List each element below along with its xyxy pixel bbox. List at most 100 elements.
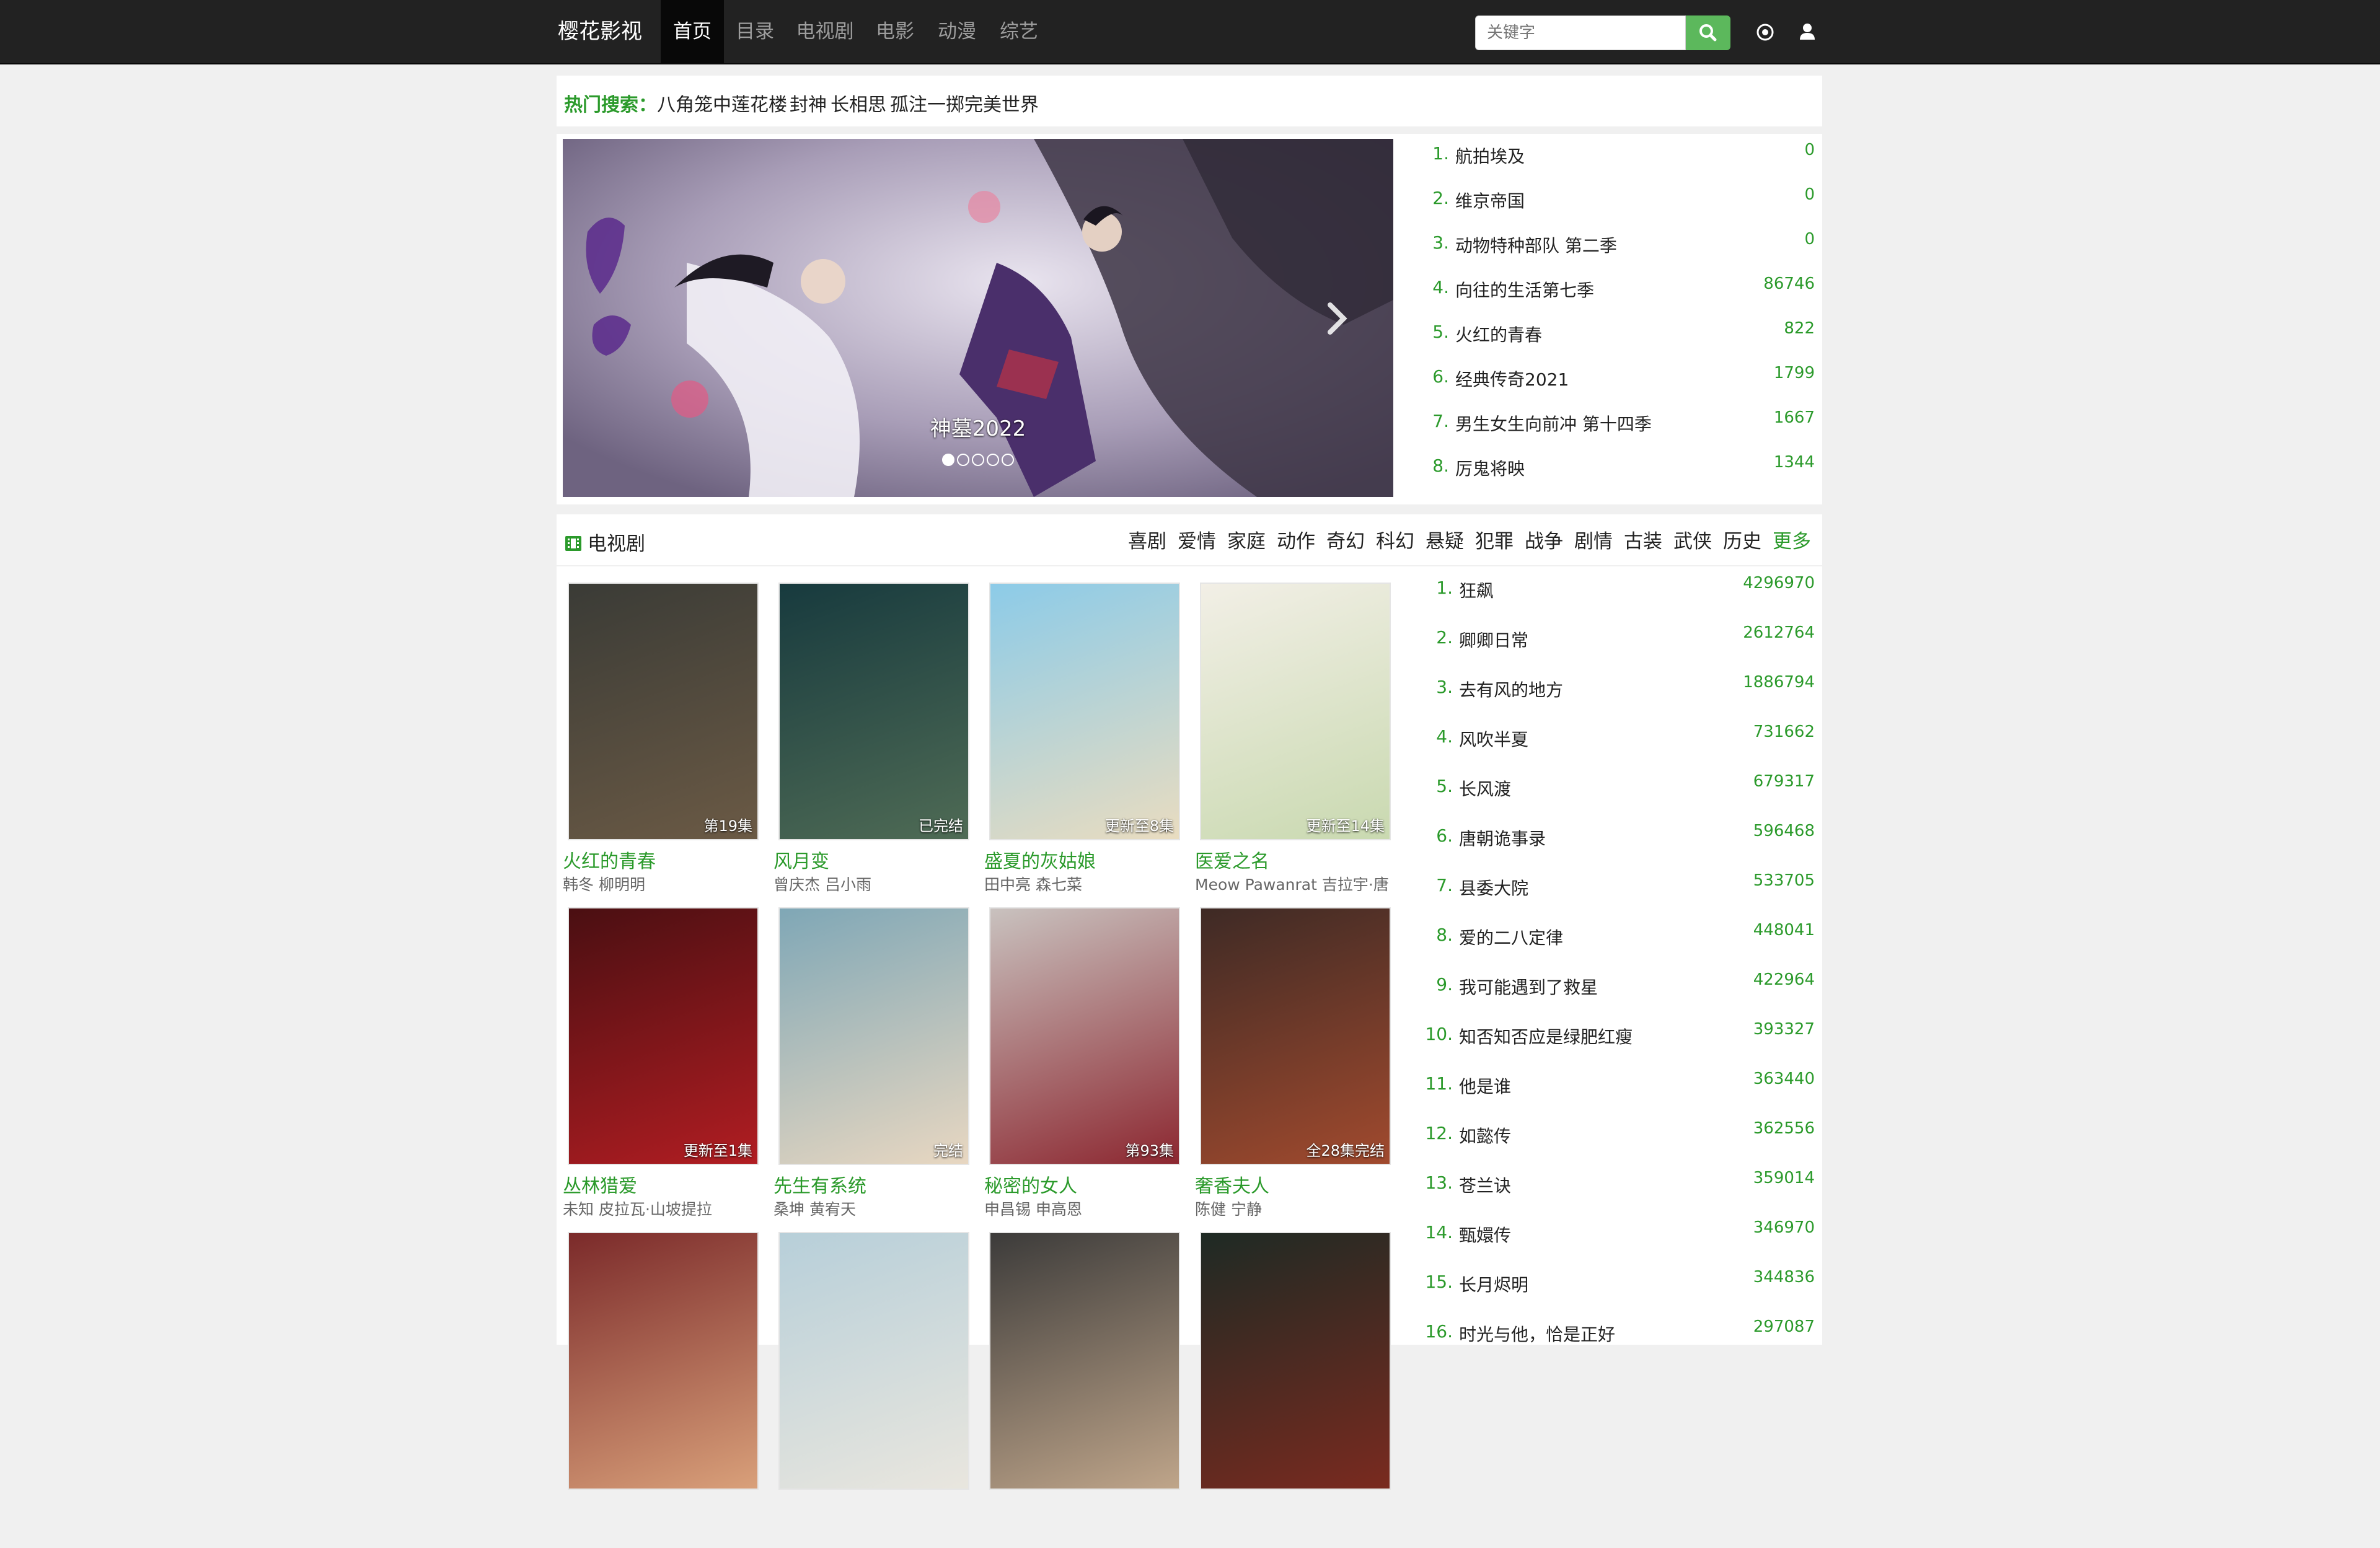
- genre-link[interactable]: 战争: [1525, 526, 1563, 553]
- banner-dot[interactable]: [942, 454, 954, 466]
- poster-image[interactable]: [1200, 1232, 1391, 1490]
- ranking-title[interactable]: 维京帝国: [1455, 188, 1525, 213]
- hot-search-term[interactable]: 完美世界: [964, 89, 1039, 117]
- tv-ranking-row[interactable]: 9. 我可能遇到了救星 422964: [1418, 970, 1815, 1018]
- tv-ranking-row[interactable]: 16. 时光与他，恰是正好 297087: [1418, 1317, 1815, 1365]
- card-title[interactable]: 秘密的女人: [984, 1171, 1077, 1198]
- genre-link[interactable]: 动作: [1277, 526, 1315, 553]
- tv-ranking-row[interactable]: 12. 如懿传 362556: [1418, 1119, 1815, 1166]
- nav-home[interactable]: 首页: [661, 0, 724, 63]
- card-title[interactable]: 风月变: [774, 846, 829, 873]
- ranking-title[interactable]: 狂飙: [1459, 578, 1494, 602]
- genre-link[interactable]: 悬疑: [1426, 526, 1464, 553]
- genre-link[interactable]: 犯罪: [1475, 526, 1514, 553]
- hot-search-term[interactable]: 八角笼中: [657, 89, 731, 117]
- tv-ranking-row[interactable]: 8. 爱的二八定律 448041: [1418, 921, 1815, 968]
- poster-image[interactable]: 已完结: [778, 583, 969, 840]
- tv-card[interactable]: 更新至8集 盛夏的灰姑娘 田中亮 森七菜: [984, 583, 1183, 899]
- ranking-title[interactable]: 我可能遇到了救星: [1459, 974, 1598, 999]
- ranking-row[interactable]: 1. 航拍埃及 0: [1418, 141, 1815, 180]
- banner-dot[interactable]: [972, 454, 984, 466]
- tv-card[interactable]: 全28集完结 奢香夫人 陈健 宁静: [1195, 907, 1393, 1223]
- ranking-title[interactable]: 去有风的地方: [1459, 677, 1563, 701]
- poster-image[interactable]: 第93集: [989, 907, 1180, 1165]
- ranking-title[interactable]: 卿卿日常: [1459, 627, 1528, 652]
- tv-card[interactable]: 已完结 风月变 曾庆杰 吕小雨: [774, 583, 972, 899]
- tv-card[interactable]: 第93集 秘密的女人 申昌锡 申高恩: [984, 907, 1183, 1223]
- card-title[interactable]: 丛林猎爱: [563, 1171, 637, 1198]
- poster-image[interactable]: 全28集完结: [1200, 907, 1391, 1165]
- ranking-title[interactable]: 唐朝诡事录: [1459, 825, 1546, 850]
- ranking-title[interactable]: 如懿传: [1459, 1123, 1511, 1148]
- hot-search-term[interactable]: 封神: [790, 89, 827, 117]
- history-button[interactable]: [1753, 20, 1778, 45]
- ranking-row[interactable]: 7. 男生女生向前冲 第十四季 1667: [1418, 408, 1815, 448]
- ranking-row[interactable]: 2. 维京帝国 0: [1418, 185, 1815, 225]
- tv-ranking-row[interactable]: 14. 甄嬛传 346970: [1418, 1218, 1815, 1265]
- tv-ranking-row[interactable]: 5. 长风渡 679317: [1418, 772, 1815, 819]
- site-brand[interactable]: 樱花影视: [558, 0, 642, 63]
- tv-card[interactable]: [1195, 1232, 1393, 1548]
- card-title[interactable]: 盛夏的灰姑娘: [984, 846, 1096, 873]
- nav-tv[interactable]: 电视剧: [786, 0, 864, 63]
- ranking-title[interactable]: 爱的二八定律: [1459, 925, 1563, 949]
- ranking-title[interactable]: 甄嬛传: [1459, 1222, 1511, 1247]
- tv-card[interactable]: 第19集 火红的青春 韩冬 柳明明: [563, 583, 761, 899]
- tv-card[interactable]: [984, 1232, 1183, 1548]
- tv-card[interactable]: 更新至14集 医爱之名 Meow Pawanrat 吉拉宇·唐: [1195, 583, 1393, 899]
- ranking-row[interactable]: 6. 经典传奇2021 1799: [1418, 364, 1815, 403]
- ranking-row[interactable]: 3. 动物特种部队 第二季 0: [1418, 230, 1815, 270]
- ranking-title[interactable]: 经典传奇2021: [1455, 366, 1569, 391]
- nav-anime[interactable]: 动漫: [926, 0, 988, 63]
- poster-image[interactable]: 更新至1集: [568, 907, 759, 1165]
- ranking-title[interactable]: 火红的青春: [1455, 322, 1542, 346]
- card-title[interactable]: 先生有系统: [774, 1171, 866, 1198]
- tv-card[interactable]: [774, 1232, 972, 1548]
- hot-search-term[interactable]: 长相思: [831, 89, 886, 117]
- user-button[interactable]: [1795, 20, 1820, 45]
- banner-dot[interactable]: [957, 454, 969, 466]
- nav-catalog[interactable]: 目录: [724, 0, 786, 63]
- poster-image[interactable]: [989, 1232, 1180, 1490]
- genre-link[interactable]: 喜剧: [1128, 526, 1166, 553]
- banner-carousel[interactable]: 神墓2022: [563, 139, 1393, 497]
- genre-link[interactable]: 剧情: [1574, 526, 1613, 553]
- tv-ranking-row[interactable]: 15. 长月烬明 344836: [1418, 1268, 1815, 1315]
- ranking-title[interactable]: 他是谁: [1459, 1073, 1511, 1098]
- card-title[interactable]: 火红的青春: [563, 846, 656, 873]
- ranking-row[interactable]: 5. 火红的青春 822: [1418, 319, 1815, 359]
- genre-link[interactable]: 历史: [1723, 526, 1761, 553]
- tv-card[interactable]: 完结 先生有系统 桑坤 黄宥天: [774, 907, 972, 1223]
- ranking-title[interactable]: 男生女生向前冲 第十四季: [1455, 411, 1652, 436]
- banner-dot[interactable]: [987, 454, 999, 466]
- poster-image[interactable]: 第19集: [568, 583, 759, 840]
- ranking-title[interactable]: 航拍埃及: [1455, 143, 1525, 168]
- ranking-title[interactable]: 知否知否应是绿肥红瘦: [1459, 1024, 1633, 1049]
- ranking-title[interactable]: 苍兰诀: [1459, 1172, 1511, 1197]
- ranking-title[interactable]: 长月烬明: [1459, 1272, 1528, 1296]
- genre-link[interactable]: 古装: [1624, 526, 1662, 553]
- ranking-title[interactable]: 厉鬼将映: [1455, 455, 1525, 480]
- ranking-row[interactable]: 4. 向往的生活第七季 86746: [1418, 275, 1815, 314]
- tv-ranking-row[interactable]: 4. 风吹半夏 731662: [1418, 723, 1815, 770]
- ranking-title[interactable]: 长风渡: [1459, 776, 1511, 801]
- poster-image[interactable]: 更新至8集: [989, 583, 1180, 840]
- tv-ranking-row[interactable]: 11. 他是谁 363440: [1418, 1070, 1815, 1117]
- hot-search-term[interactable]: 孤注一掷: [890, 89, 964, 117]
- nav-movie[interactable]: 电影: [864, 0, 926, 63]
- tv-card[interactable]: 更新至1集 丛林猎爱 未知 皮拉瓦·山坡提拉: [563, 907, 761, 1223]
- poster-image[interactable]: 更新至14集: [1200, 583, 1391, 840]
- tv-card[interactable]: [563, 1232, 761, 1548]
- tv-ranking-row[interactable]: 10. 知否知否应是绿肥红瘦 393327: [1418, 1020, 1815, 1067]
- genre-link[interactable]: 家庭: [1227, 526, 1266, 553]
- nav-variety[interactable]: 综艺: [988, 0, 1050, 63]
- tv-ranking-row[interactable]: 3. 去有风的地方 1886794: [1418, 673, 1815, 720]
- tv-ranking-row[interactable]: 1. 狂飙 4296970: [1418, 574, 1815, 621]
- tv-ranking-row[interactable]: 7. 县委大院 533705: [1418, 871, 1815, 918]
- more-link[interactable]: 更多: [1773, 526, 1811, 553]
- card-title[interactable]: 奢香夫人: [1195, 1171, 1269, 1198]
- ranking-row[interactable]: 8. 厉鬼将映 1344: [1418, 453, 1815, 493]
- tv-ranking-row[interactable]: 2. 卿卿日常 2612764: [1418, 623, 1815, 671]
- genre-link[interactable]: 奇幻: [1326, 526, 1365, 553]
- ranking-title[interactable]: 时光与他，恰是正好: [1459, 1321, 1615, 1346]
